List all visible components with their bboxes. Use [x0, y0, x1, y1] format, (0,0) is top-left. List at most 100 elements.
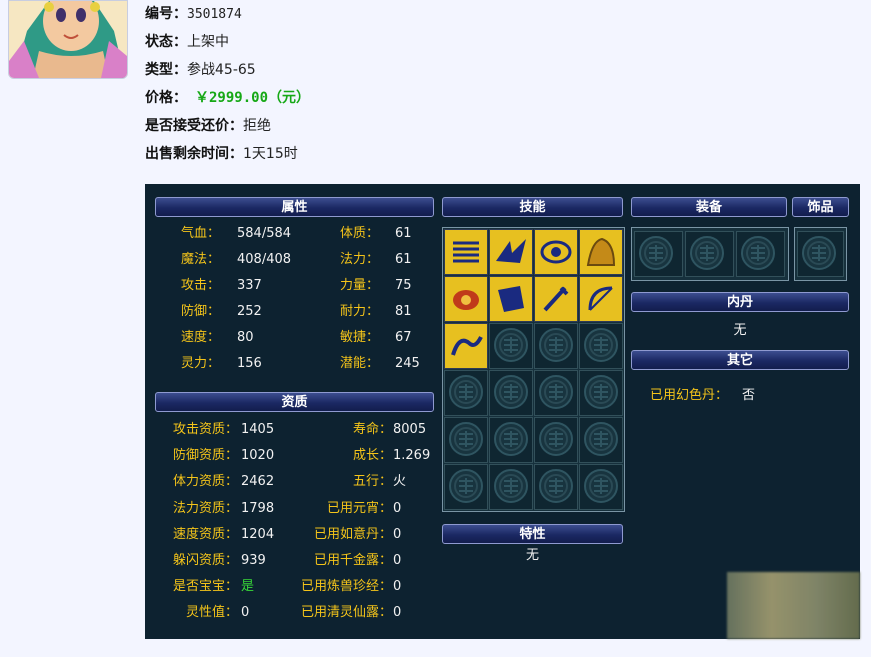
empty-skill-slot-icon [444, 417, 488, 463]
blurred-watermark [727, 572, 860, 639]
empty-skill-slot-icon [489, 370, 533, 416]
others-header: 其它 [631, 350, 849, 370]
blue-bird-icon[interactable] [489, 229, 533, 275]
equipment-header: 装备 [631, 197, 787, 217]
attribute-value: 75 [395, 278, 412, 293]
equipment-slot-icon[interactable] [736, 231, 785, 277]
attribute-label: 灵力： [181, 356, 221, 371]
aptitude-label: 已用元宵： [326, 501, 392, 516]
equipment-slot-icon[interactable] [685, 231, 734, 277]
attribute-value: 81 [395, 304, 412, 319]
aptitude-label: 已用炼兽珍经： [300, 579, 392, 594]
aptitude-label: 攻击资质： [172, 422, 238, 437]
bow-arrow-icon[interactable] [579, 276, 623, 322]
aptitude-value: 0 [241, 605, 250, 620]
empty-skill-slot-icon [579, 464, 623, 510]
bargain-row: 是否接受还价：拒绝 [145, 116, 271, 136]
inner-dan-header: 内丹 [631, 292, 849, 312]
empty-skill-slot-icon [579, 370, 623, 416]
aptitude-label: 成长： [352, 448, 392, 463]
empty-skill-slot-icon [534, 417, 578, 463]
status-value: 上架中 [187, 34, 229, 50]
aptitude-value: 0 [393, 579, 402, 594]
attribute-label: 法力： [340, 252, 380, 267]
aptitude-value: 0 [393, 553, 402, 568]
aptitude-label: 法力资质： [172, 501, 238, 516]
traits-header: 特性 [442, 524, 623, 544]
aptitude-value: 0 [393, 605, 402, 620]
skills-grid [442, 227, 625, 512]
attribute-label: 力量： [340, 278, 380, 293]
aptitude-header: 资质 [155, 392, 434, 412]
aptitude-value: 0 [393, 527, 402, 542]
type-value: 参战45-65 [187, 62, 256, 78]
attribute-value: 252 [237, 304, 262, 319]
golden-sword-icon[interactable] [534, 276, 578, 322]
traits-value: 无 [525, 548, 539, 563]
type-label: 类型： [145, 62, 187, 78]
aptitude-label: 是否宝宝： [172, 579, 238, 594]
aptitude-label: 已用清灵仙露： [300, 605, 392, 620]
attribute-value: 337 [237, 278, 262, 293]
accessory-header: 饰品 [792, 197, 849, 217]
aptitude-label: 躲闪资质： [172, 553, 238, 568]
bargain-label: 是否接受还价： [145, 118, 243, 134]
time-label: 出售剩余时间： [145, 146, 243, 162]
empty-skill-slot-icon [489, 417, 533, 463]
equipment-slots [631, 227, 789, 281]
red-turtle-icon[interactable] [444, 276, 488, 322]
status-row: 状态：上架中 [145, 32, 229, 52]
aptitude-label: 体力资质： [172, 474, 238, 489]
flame-tiger-icon[interactable] [579, 229, 623, 275]
attribute-label: 敏捷： [340, 330, 380, 345]
aptitude-value: 0 [393, 501, 402, 516]
others-row: 已用幻色丹： 否 [650, 386, 755, 406]
price-row: 价格： ￥2999.00（元） [145, 88, 310, 108]
empty-skill-slot-icon [534, 370, 578, 416]
attribute-value: 67 [395, 330, 412, 345]
aptitude-value: 939 [241, 553, 266, 568]
pet-detail-panel: 属性 气血： 584/584 体质： 61 魔法： 408/408 法力： 61 攻击： 337 力… [145, 184, 860, 639]
aptitude-label: 防御资质： [172, 448, 238, 463]
attribute-value: 61 [395, 226, 412, 241]
attribute-label: 潜能： [340, 356, 380, 371]
time-row: 出售剩余时间：1天15时 [145, 144, 298, 164]
attribute-label: 攻击： [181, 278, 221, 293]
attribute-label: 防御： [181, 304, 221, 319]
wind-scroll-icon[interactable] [444, 229, 488, 275]
empty-skill-slot-icon [534, 464, 578, 510]
eye-ring-icon[interactable] [534, 229, 578, 275]
attribute-label: 魔法： [181, 252, 221, 267]
attribute-label: 气血： [181, 226, 221, 241]
empty-skill-slot-icon [534, 323, 578, 369]
empty-skill-slot-icon [489, 464, 533, 510]
aptitude-label: 寿命： [352, 422, 392, 437]
blue-wave-icon[interactable] [444, 323, 488, 369]
aptitude-label: 速度资质： [172, 527, 238, 542]
attribute-value: 245 [395, 356, 420, 371]
attribute-label: 体质： [340, 226, 380, 241]
accessory-slot-icon[interactable] [797, 231, 844, 277]
attribute-value: 80 [237, 330, 254, 345]
type-row: 类型：参战45-65 [145, 60, 256, 80]
aptitude-label: 灵性值： [185, 605, 238, 620]
time-value: 1天15时 [243, 146, 298, 162]
aptitude-value: 8005 [393, 422, 427, 437]
others-value: 否 [742, 388, 756, 403]
inner-dan-value: 无 [733, 323, 747, 338]
attribute-value: 61 [395, 252, 412, 267]
pet-avatar [8, 0, 128, 79]
attribute-value: 408/408 [237, 252, 292, 267]
bargain-value: 拒绝 [243, 118, 271, 134]
empty-skill-slot-icon [579, 417, 623, 463]
aptitude-label: 已用如意丹： [313, 527, 392, 542]
aptitude-label: 已用千金露： [313, 553, 392, 568]
aptitude-value: 火 [393, 474, 407, 489]
id-row: 编号：3501874 [145, 4, 242, 24]
aptitude-value: 1.269 [393, 448, 431, 463]
empty-skill-slot-icon [579, 323, 623, 369]
blue-beast-icon[interactable] [489, 276, 533, 322]
others-label: 已用幻色丹： [650, 388, 729, 403]
attributes-header: 属性 [155, 197, 434, 217]
equipment-slot-icon[interactable] [634, 231, 683, 277]
